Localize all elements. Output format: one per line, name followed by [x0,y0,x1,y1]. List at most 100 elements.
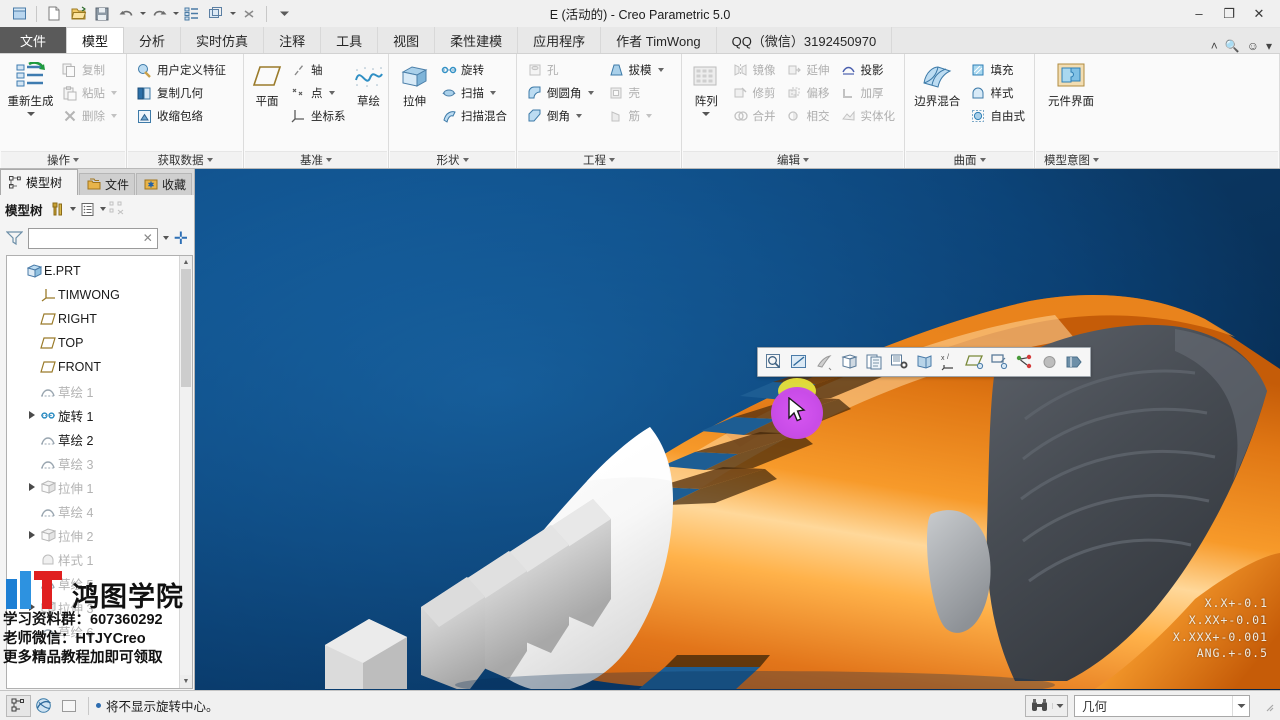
new-document-icon[interactable] [43,3,65,25]
mirror-button[interactable]: 镜像 [729,59,779,81]
group-title-shapes[interactable]: 形状 [390,151,515,168]
tree-item[interactable]: 旋转 1 [7,403,192,427]
draft-button[interactable]: 拔模 [605,59,667,81]
tab-author[interactable]: 作者 TimWong [601,27,717,53]
regenerate-dropdown-icon[interactable] [26,112,35,117]
paste-dropdown-icon[interactable] [111,91,117,95]
columns-dropdown-icon[interactable] [99,207,106,211]
plane-display-icon[interactable] [962,350,986,374]
graphics-toolbar[interactable]: x / [757,347,1091,377]
tab-qq-contact[interactable]: QQ（微信）3192450970 [716,27,893,53]
round-button[interactable]: 倒圆角 [523,82,597,104]
trim-button[interactable]: 修剪 [729,82,779,104]
fill-button[interactable]: 填充 [967,59,1029,81]
binoculars-icon[interactable] [1026,698,1052,713]
scroll-up-icon[interactable]: ▲ [180,256,192,269]
tree-item[interactable]: 拉伸 3 [7,595,192,619]
rib-dropdown-icon[interactable] [646,114,652,118]
perspective-icon[interactable] [912,350,936,374]
selection-filter-combobox[interactable]: 几何 [1074,694,1250,717]
datum-display-icon[interactable]: x / [937,350,961,374]
minimize-button[interactable]: – [1184,3,1214,25]
tree-item[interactable]: RIGHT [7,307,192,331]
add-filter-icon[interactable]: ✛ [174,230,188,247]
swept-blend-button[interactable]: 扫描混合 [437,105,510,127]
tab-flexible-modeling[interactable]: 柔性建模 [435,27,519,53]
zoom-in-icon[interactable] [762,350,786,374]
tab-annotate[interactable]: 注释 [264,27,322,53]
draft-dropdown-icon[interactable] [657,68,664,72]
graphics-viewport[interactable]: x / X.X+-0.1 X.XX+-0.01 X.XXX+-0.001 ANG… [195,169,1280,690]
solidify-button[interactable]: 实体化 [837,105,899,127]
tools-icon[interactable] [49,200,67,218]
refit-icon[interactable] [787,350,811,374]
annotation-display-icon[interactable] [1062,350,1086,374]
regenerate-icon[interactable] [181,3,203,25]
tree-item[interactable]: FRONT [7,355,192,379]
intersect-button[interactable]: 相交 [783,105,833,127]
display-style-icon[interactable] [837,350,861,374]
view-manager-icon[interactable] [887,350,911,374]
tools-dropdown-icon[interactable] [69,207,76,211]
tab-file[interactable]: 文件 [0,27,67,53]
open-folder-icon[interactable] [67,3,89,25]
copy-geometry-button[interactable]: 复制几何 [133,82,229,104]
filter-dropdown-icon[interactable] [162,236,169,240]
chevron-down-icon[interactable]: ▾ [1266,39,1272,53]
pattern-dropdown-icon[interactable] [702,112,711,117]
extend-button[interactable]: 延伸 [783,59,833,81]
tab-view[interactable]: 视图 [378,27,436,53]
tab-tools[interactable]: 工具 [321,27,379,53]
search-dropdown-icon[interactable] [1052,702,1067,709]
chevron-down-icon[interactable] [273,3,295,25]
close-button[interactable]: ✕ [1244,3,1274,25]
rib-button[interactable]: 筋 [605,105,667,127]
tab-analysis[interactable]: 分析 [124,27,182,53]
group-title-model-intent[interactable]: 模型意图 [1036,151,1278,168]
expand-arrow-icon[interactable] [25,531,38,539]
spin-center-toggle-icon[interactable] [31,695,56,717]
datum-axis-button[interactable]: 轴 [287,59,349,81]
scroll-thumb[interactable] [181,269,191,387]
offset-button[interactable]: 偏移 [783,82,833,104]
tree-item[interactable]: 草绘 6 [7,619,192,643]
window-icon[interactable] [205,3,227,25]
freestyle-button[interactable]: 自由式 [967,105,1029,127]
redo-dropdown-icon[interactable] [173,12,179,15]
funnel-icon[interactable] [5,230,24,246]
revolve-button[interactable]: 旋转 [437,59,510,81]
tree-filter-display-icon[interactable] [109,200,127,218]
group-title-editing[interactable]: 编辑 [683,151,903,168]
model-tree[interactable]: E.PRT TIMWONG RIGHT TOP FRONT 草绘 1 旋转 1 草绘 2 草绘 … [6,255,193,689]
hole-button[interactable]: 孔 [523,59,597,81]
tree-filter-input[interactable]: ✕ [28,227,158,249]
search-tool-button[interactable] [1025,694,1068,717]
chevron-down-icon[interactable] [1232,695,1249,716]
chamfer-dropdown-icon[interactable] [576,114,582,118]
copy-button[interactable]: 复制 [58,59,120,81]
window-dropdown-icon[interactable] [230,12,236,15]
filter-clear-icon[interactable]: ✕ [143,231,153,245]
save-disk-icon[interactable] [91,3,113,25]
chevron-down-icon[interactable] [803,158,809,162]
tree-item[interactable]: TOP [7,331,192,355]
chevron-down-icon[interactable] [462,158,469,162]
udf-button[interactable]: 用户定义特征 [133,59,229,81]
delete-button[interactable]: 删除 [58,105,120,127]
resize-grip-icon[interactable] [1262,700,1274,712]
thicken-button[interactable]: 加厚 [837,82,899,104]
datum-point-button[interactable]: 点 [287,82,349,104]
scroll-down-icon[interactable]: ▼ [180,675,192,688]
pattern-button[interactable]: 阵列 [688,58,725,117]
repaint-icon[interactable] [812,350,836,374]
delete-dropdown-icon[interactable] [111,114,117,118]
saved-views-icon[interactable] [862,350,886,374]
chevron-down-icon[interactable] [1093,158,1099,162]
expand-arrow-icon[interactable] [25,411,38,419]
style-button[interactable]: 样式 [967,82,1029,104]
csys-display-icon[interactable] [1012,350,1036,374]
collapse-ribbon-icon[interactable]: ˄ [1211,39,1218,53]
datum-point-dropdown-icon[interactable] [328,91,335,95]
coordinate-system-button[interactable]: 坐标系 [287,105,349,127]
chevron-down-icon[interactable] [326,158,332,162]
